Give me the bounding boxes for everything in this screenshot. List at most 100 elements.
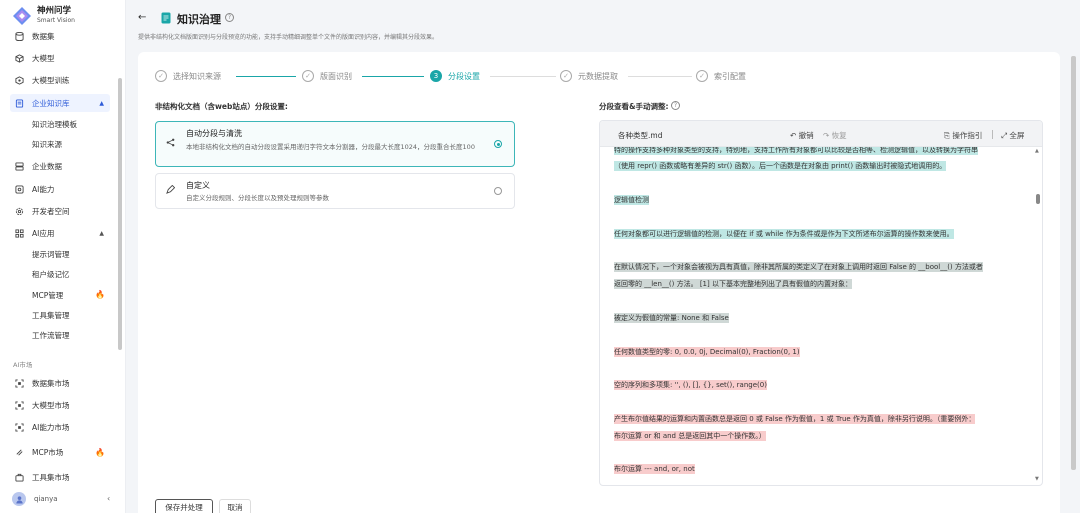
help-icon[interactable]: ? xyxy=(225,13,234,22)
sidebar-item-label: 数据集市场 xyxy=(32,378,70,388)
save-and-process-button[interactable]: 保存并处理 xyxy=(155,499,213,513)
section-label-market: AI市场 xyxy=(13,361,33,369)
database-icon xyxy=(14,31,24,41)
collapse-sidebar-icon[interactable]: ‹ xyxy=(107,494,110,503)
back-arrow-icon[interactable]: ← xyxy=(138,12,146,23)
fire-icon: 🔥 xyxy=(95,447,105,457)
file-name: 各种类型.md xyxy=(618,131,663,140)
app-subtitle: Smart Vision xyxy=(37,17,75,24)
segment-view-title: 分段查看&手动调整: xyxy=(599,102,669,111)
chevron-up-icon: ▲ xyxy=(99,99,104,107)
step-label: 元数据提取 xyxy=(578,71,618,81)
scroll-up-icon[interactable]: ▲ xyxy=(1035,148,1039,154)
sidebar-item-label: MCP市场 xyxy=(32,447,64,457)
sidebar-item-llm[interactable]: 大模型 xyxy=(10,49,110,67)
editor-toolbar: 各种类型.md ↶ 撤销 ↷ 恢复 ⎘ 操作指引 ⤢ 全屏 xyxy=(600,121,1042,147)
sidebar-item-enterprise-data[interactable]: 企业数据 xyxy=(10,157,110,175)
guide-icon: ⎘ xyxy=(944,131,950,140)
sidebar-item-ai-ability[interactable]: AI能力 xyxy=(10,180,110,198)
sidebar-item-dataset[interactable]: 数据集 xyxy=(10,27,110,45)
check-icon: ✓ xyxy=(155,70,167,82)
segment-line: 布尔运算 --- and, or, not xyxy=(614,464,695,474)
help-icon[interactable]: ? xyxy=(671,101,680,110)
sidebar-item-developer-space[interactable]: 开发者空间 xyxy=(10,202,110,220)
sidebar-subitem-workflow[interactable]: 工作流管理 xyxy=(32,330,70,341)
sidebar-subitem-template[interactable]: 知识治理模板 xyxy=(32,119,77,130)
option-custom[interactable]: 自定义 自定义分段规则、分段长度以及预处理规则等参数 xyxy=(155,173,515,209)
sidebar-subitem-memory[interactable]: 租户级记忆 xyxy=(32,269,70,280)
option-name: 自定义 xyxy=(186,181,210,190)
sidebar-subitem-prompt[interactable]: 提示词管理 xyxy=(32,249,70,260)
sidebar-item-ai-market[interactable]: AI能力市场 xyxy=(10,418,110,436)
logo[interactable]: 神州问学 Smart Vision xyxy=(12,6,75,26)
fire-icon: 🔥 xyxy=(95,290,105,299)
sidebar-item-llm-training[interactable]: 大模型训练 xyxy=(10,71,110,89)
sidebar-subitem-toolset[interactable]: 工具集管理 xyxy=(32,310,70,321)
redo-button[interactable]: ↷ 恢复 xyxy=(823,130,847,141)
step-connector xyxy=(236,76,296,77)
sidebar-item-dataset-market[interactable]: 数据集市场 xyxy=(10,374,110,392)
share-icon xyxy=(166,138,175,150)
ai-icon xyxy=(14,184,24,194)
segment-line: （使用 repr() 函数或略有差异的 str() 函数）。后一个函数是在对象由… xyxy=(614,161,947,171)
sidebar-item-mcp-market[interactable]: MCP市场 🔥 xyxy=(10,443,110,461)
option-description: 自定义分段规则、分段长度以及预处理规则等参数 xyxy=(186,194,329,202)
option-name: 自动分段与清洗 xyxy=(186,129,242,138)
sidebar-item-knowledge-base[interactable]: 企业知识库 ▲ xyxy=(10,94,110,112)
sidebar-item-label: AI能力 xyxy=(32,184,55,194)
redo-label: 恢复 xyxy=(831,131,847,140)
segment-line: 被定义为假值的常量: None 和 False xyxy=(614,313,729,323)
user-name: qianya xyxy=(34,495,58,503)
check-icon: ✓ xyxy=(696,70,708,82)
editor-scrollbar[interactable] xyxy=(1036,194,1040,204)
sidebar-item-label: 大模型训练 xyxy=(32,75,70,85)
sidebar-item-toolset-market[interactable]: 工具集市场 xyxy=(10,468,110,486)
book-icon xyxy=(14,98,24,108)
mcp-icon xyxy=(14,447,24,457)
segment-editor: 各种类型.md ↶ 撤销 ↷ 恢复 ⎘ 操作指引 ⤢ 全屏 特的操作支持多种对象… xyxy=(599,120,1043,486)
server-icon xyxy=(14,161,24,171)
guide-button[interactable]: ⎘ 操作指引 xyxy=(944,130,982,141)
fullscreen-button[interactable]: ⤢ 全屏 xyxy=(1001,130,1024,141)
sidebar-subitem-source[interactable]: 知识来源 xyxy=(32,139,62,150)
step-label: 选择知识来源 xyxy=(173,71,221,81)
undo-button[interactable]: ↶ 撤销 xyxy=(790,130,814,141)
step-2: ✓ 版面识别 xyxy=(302,70,352,82)
page-scrollbar[interactable] xyxy=(1071,56,1076,470)
sidebar: 神州问学 Smart Vision 数据集 大模型 大模型训练 企业知识库 ▲ … xyxy=(0,0,126,513)
editor-content[interactable]: 特的操作支持多种对象类型的支持，特别地，支持工作所有对象都可以比较是否相等、检测… xyxy=(600,147,1042,485)
sidebar-scrollbar[interactable] xyxy=(118,78,122,350)
segment-line: 任何数值类型的零: 0, 0.0, 0j, Decimal(0), Fracti… xyxy=(614,347,800,357)
toolbox-icon xyxy=(14,472,24,482)
scan-icon xyxy=(14,378,24,388)
option-auto-segment[interactable]: 自动分段与清洗 本地非结构化文档的自动分段设置采用递归字符文本分割器，分段最大长… xyxy=(155,121,515,167)
step-label: 分段设置 xyxy=(448,71,480,81)
sidebar-subitem-mcp[interactable]: MCP管理 🔥 xyxy=(32,290,105,301)
sidebar-item-label: 大模型市场 xyxy=(32,400,70,410)
sidebar-subitem-label: MCP管理 xyxy=(32,291,64,300)
segment-line: 在默认情况下，一个对象会被视为具有真值，除非其所属的类定义了在对象上调用时返回 … xyxy=(614,262,983,272)
sidebar-item-label: AI应用 xyxy=(32,228,55,238)
step-4: ✓ 元数据提取 xyxy=(560,70,618,82)
segment-line: 布尔运算 or 和 and 总是返回其中一个操作数。） xyxy=(614,431,766,441)
apps-icon xyxy=(14,228,24,238)
sidebar-item-label: 数据集 xyxy=(32,31,55,41)
cancel-button[interactable]: 取消 xyxy=(219,499,251,513)
radio-selected[interactable] xyxy=(494,140,502,148)
option-description: 本地非结构化文档的自动分段设置采用递归字符文本分割器，分段最大长度1024，分段… xyxy=(186,143,475,151)
scroll-down-icon[interactable]: ▼ xyxy=(1035,476,1039,482)
training-icon xyxy=(14,75,24,85)
segment-line: 返回零的 __len__() 方法。 [1] 以下基本完整地列出了具有假值的内置… xyxy=(614,279,852,289)
segment-settings-title: 非结构化文档（含web站点）分段设置: xyxy=(155,102,288,111)
fullscreen-label: 全屏 xyxy=(1009,131,1025,140)
scan-icon xyxy=(14,400,24,410)
sidebar-item-llm-market[interactable]: 大模型市场 xyxy=(10,396,110,414)
sidebar-item-label: 企业知识库 xyxy=(32,98,70,108)
sidebar-item-ai-apps[interactable]: AI应用 ▲ xyxy=(10,224,110,242)
radio-unselected[interactable] xyxy=(494,187,502,195)
page-description: 提供非结构化文档版面识别与分段预览的功能，支持手动精细调整单个文件的版面识别内容… xyxy=(138,34,439,41)
step-number: 3 xyxy=(430,70,442,82)
user-profile[interactable]: qianya xyxy=(12,492,58,506)
step-connector xyxy=(362,76,424,77)
chevron-up-icon: ▲ xyxy=(99,229,104,237)
